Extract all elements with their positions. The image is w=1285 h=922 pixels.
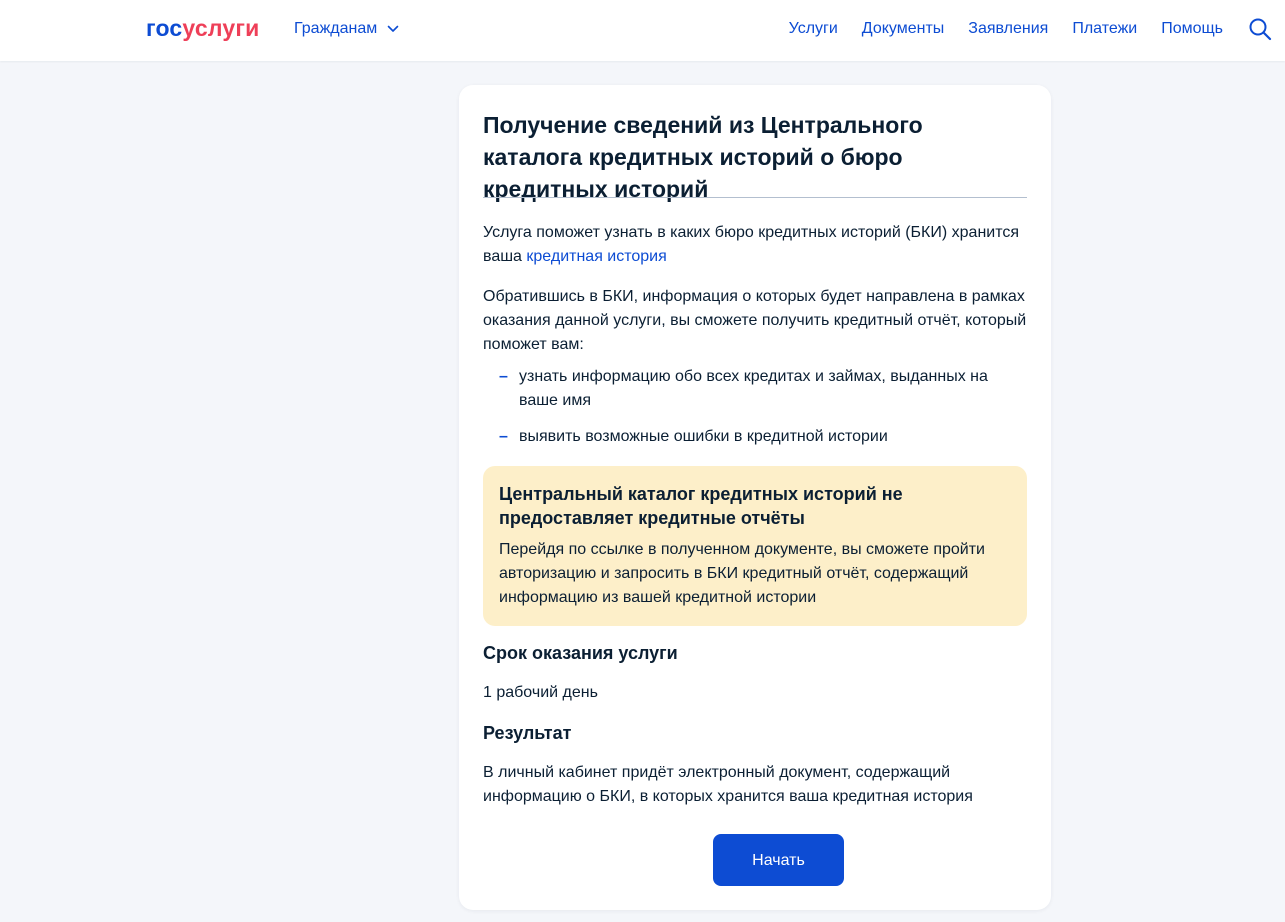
info-note: Центральный каталог кредитных историй не… <box>483 466 1027 626</box>
term-value: 1 рабочий день <box>483 684 598 701</box>
chevron-down-icon <box>387 25 399 32</box>
service-intro: Услуга поможет узнать в каких бюро креди… <box>483 221 1027 269</box>
search-button[interactable] <box>1248 17 1272 41</box>
list-item: – выявить возможные ошибки в кредитной и… <box>499 425 1027 449</box>
site-header: госуслуги Гражданам Услуги Документы Зая… <box>0 0 1285 61</box>
credit-history-link[interactable]: кредитная история <box>526 248 666 265</box>
list-item-text: выявить возможные ошибки в кредитной ист… <box>519 428 888 445</box>
info-note-text: Перейдя по ссылке в полученном документе… <box>499 541 985 606</box>
nav-link-help[interactable]: Помощь <box>1161 18 1223 40</box>
audience-label: Гражданам <box>294 20 378 37</box>
nav-link-services[interactable]: Услуги <box>789 18 838 40</box>
logo-part-gos: гос <box>146 15 183 41</box>
logo-part-uslugi: услуги <box>182 15 260 41</box>
result-text: В личный кабинет придёт электронный доку… <box>483 764 973 805</box>
audience-selector[interactable]: Гражданам <box>294 18 399 40</box>
start-button[interactable]: Начать <box>713 834 844 886</box>
title-divider <box>483 197 1027 198</box>
nav-link-documents[interactable]: Документы <box>862 18 944 40</box>
gosuslugi-logo[interactable]: госуслуги <box>146 13 259 43</box>
top-navigation: Услуги Документы Заявления Платежи Помощ… <box>765 18 1223 40</box>
list-item-text: узнать информацию обо всех кредитах и за… <box>519 368 988 409</box>
service-title: Получение сведений из Центрального катал… <box>483 112 923 202</box>
list-item: – узнать информацию обо всех кредитах и … <box>499 365 1027 413</box>
term-heading: Срок оказания услуги <box>483 643 678 663</box>
search-icon <box>1249 18 1272 41</box>
list-marker: – <box>499 428 508 445</box>
nav-link-payments[interactable]: Платежи <box>1072 18 1137 40</box>
result-heading: Результат <box>483 723 572 743</box>
service-card: Получение сведений из Центрального катал… <box>459 85 1051 910</box>
service-details: Обратившись в БКИ, информация о которых … <box>483 288 1027 353</box>
info-note-title: Центральный каталог кредитных историй не… <box>499 484 903 528</box>
list-marker: – <box>499 368 508 385</box>
nav-link-applications[interactable]: Заявления <box>968 18 1048 40</box>
